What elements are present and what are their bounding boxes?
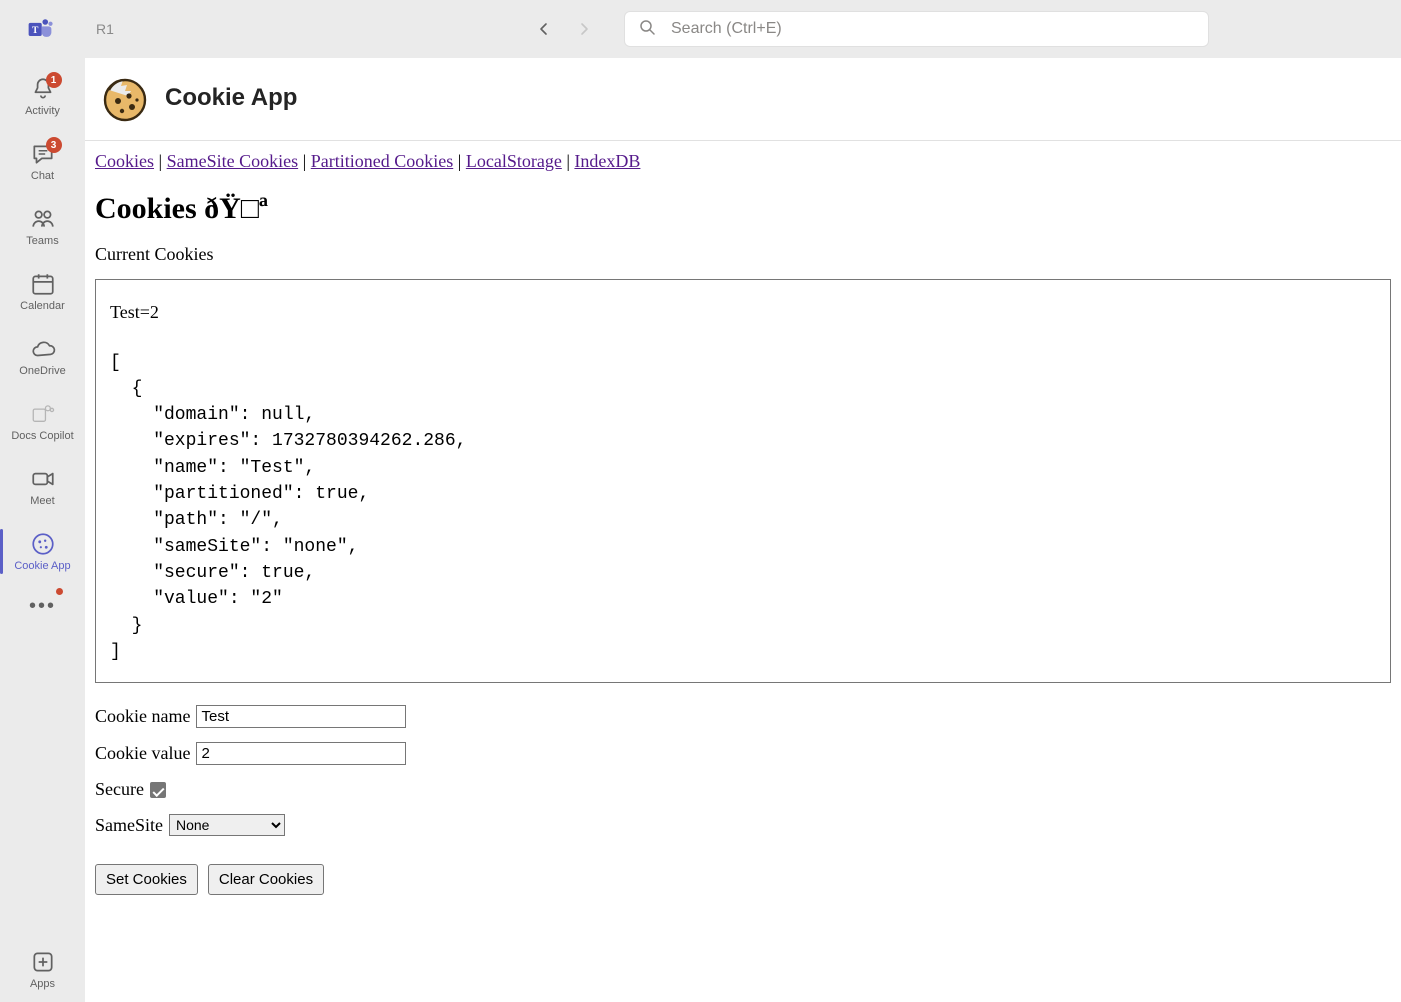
- rail-label: Cookie App: [14, 560, 70, 572]
- notification-dot-icon: [56, 588, 63, 595]
- rail-label: Activity: [25, 105, 60, 117]
- samesite-select[interactable]: None: [169, 814, 285, 836]
- copilot-icon: [30, 401, 56, 427]
- search-input[interactable]: [669, 19, 1194, 39]
- cookie-json: [ { "domain": null, "expires": 173278039…: [110, 353, 466, 662]
- rail-activity[interactable]: 1 Activity: [0, 64, 85, 129]
- page-body: Cookies | SameSite Cookies | Partitioned…: [85, 141, 1401, 919]
- app-title: Cookie App: [165, 84, 297, 112]
- link-indexdb[interactable]: IndexDB: [574, 151, 640, 171]
- cookie-name-label: Cookie name: [95, 706, 190, 727]
- chat-icon: 3: [30, 141, 56, 167]
- page-subheading: Current Cookies: [95, 244, 1391, 265]
- link-cookies[interactable]: Cookies: [95, 151, 154, 171]
- rail-label: Teams: [26, 235, 58, 247]
- rail-label: Chat: [31, 170, 54, 182]
- cookie-name-input[interactable]: [196, 705, 406, 728]
- rail-teams[interactable]: Teams: [0, 194, 85, 259]
- rail-label: Meet: [30, 495, 54, 507]
- rail-label: Apps: [30, 978, 55, 990]
- cookies-box: Test=2 [ { "domain": null, "expires": 17…: [95, 279, 1391, 683]
- secure-label: Secure: [95, 779, 144, 800]
- more-icon: •••: [29, 595, 56, 618]
- rail-meet[interactable]: Meet: [0, 454, 85, 519]
- cookie-value-input[interactable]: [196, 742, 406, 765]
- link-partitioned[interactable]: Partitioned Cookies: [311, 151, 454, 171]
- rail-label: Calendar: [20, 300, 65, 312]
- link-localstorage[interactable]: LocalStorage: [466, 151, 562, 171]
- clear-cookies-button[interactable]: Clear Cookies: [208, 864, 324, 895]
- titlebar: T R1: [0, 0, 1401, 58]
- search-box[interactable]: [624, 11, 1209, 47]
- nav-links: Cookies | SameSite Cookies | Partitioned…: [95, 151, 1391, 172]
- org-name: R1: [96, 21, 114, 37]
- forward-button[interactable]: [574, 19, 594, 39]
- rail-chat[interactable]: 3 Chat: [0, 129, 85, 194]
- rail-apps[interactable]: Apps: [0, 937, 85, 1002]
- search-icon: [639, 19, 655, 40]
- rail-more[interactable]: •••: [0, 584, 85, 628]
- page-heading: Cookies ðŸ□ª: [95, 192, 1391, 226]
- cookie-app-icon: [101, 74, 149, 122]
- secure-checkbox[interactable]: [150, 782, 166, 798]
- rail-label: OneDrive: [19, 365, 65, 377]
- activity-badge: 1: [46, 72, 62, 88]
- rail-cookieapp[interactable]: Cookie App: [0, 519, 85, 584]
- chat-badge: 3: [46, 137, 62, 153]
- set-cookies-button[interactable]: Set Cookies: [95, 864, 198, 895]
- link-samesite[interactable]: SameSite Cookies: [167, 151, 299, 171]
- rail-docscopilot[interactable]: Docs Copilot: [0, 389, 85, 454]
- cookie-icon: [30, 531, 56, 557]
- video-icon: [30, 466, 56, 492]
- rail-label: Docs Copilot: [11, 430, 73, 442]
- samesite-label: SameSite: [95, 815, 163, 836]
- app-rail: 1 Activity 3 Chat Teams: [0, 58, 85, 1002]
- svg-text:T: T: [32, 25, 39, 36]
- apps-icon: [30, 949, 56, 975]
- people-icon: [30, 206, 56, 232]
- content-pane: Cookie App Cookies | SameSite Cookies | …: [85, 58, 1401, 1002]
- rail-calendar[interactable]: Calendar: [0, 259, 85, 324]
- calendar-icon: [30, 271, 56, 297]
- app-header: Cookie App: [85, 58, 1401, 141]
- back-button[interactable]: [534, 19, 554, 39]
- cookie-value-label: Cookie value: [95, 743, 190, 764]
- cookie-line: Test=2: [110, 302, 159, 322]
- rail-onedrive[interactable]: OneDrive: [0, 324, 85, 389]
- bell-icon: 1: [30, 76, 56, 102]
- cloud-icon: [30, 336, 56, 362]
- teams-logo-icon: T: [26, 15, 54, 43]
